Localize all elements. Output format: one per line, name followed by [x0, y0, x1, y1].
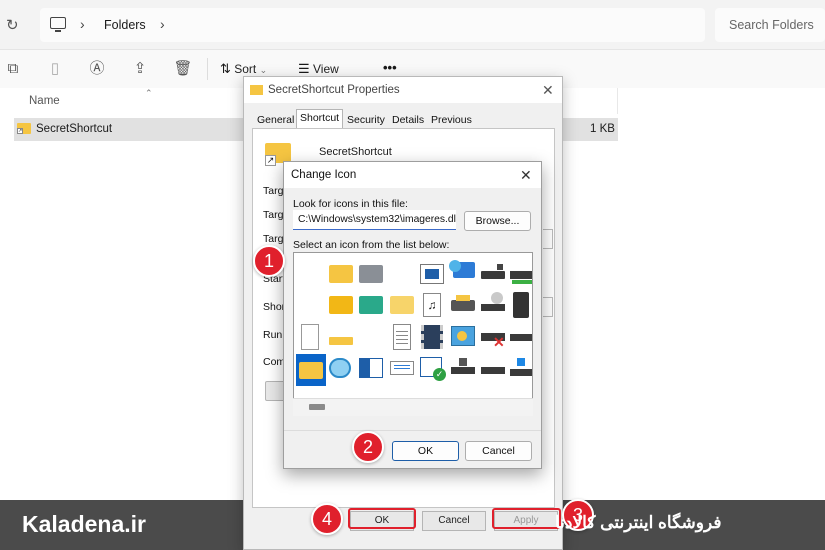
address-bar-area: ↻ › Folders › Search Folders [0, 0, 825, 50]
chevron-right-icon: › [160, 16, 165, 32]
refresh-icon[interactable]: ↻ [6, 16, 19, 34]
change-icon-title: Change Icon [291, 169, 357, 181]
icon-file-path-input[interactable] [293, 210, 456, 230]
tab-details[interactable]: Details [389, 112, 427, 129]
this-pc-icon [50, 17, 66, 29]
run-label: Run: [263, 329, 286, 341]
delete-icon[interactable]: 🗑 [170, 56, 196, 82]
step-badge-4: 4 [311, 503, 343, 535]
look-for-icons-label: Look for icons in this file: [293, 198, 408, 210]
gray-folder-icon[interactable] [357, 260, 385, 288]
file-name: SecretShortcut [36, 123, 113, 135]
search-folder-icon[interactable] [327, 354, 355, 382]
drive-icon[interactable] [507, 323, 535, 351]
footer-divider [284, 430, 541, 431]
cd-drive-icon[interactable] [479, 291, 507, 319]
green-drive-icon[interactable] [507, 260, 535, 288]
search-box[interactable]: Search Folders [715, 8, 825, 42]
windows-drive-icon[interactable] [507, 354, 535, 382]
teal-folder-icon[interactable] [357, 291, 385, 319]
flat-folder-icon[interactable] [327, 323, 355, 351]
properties-title-bar: SecretShortcut Properties ✕ [244, 77, 562, 103]
shortcut-arrow-icon: ↗ [17, 128, 23, 134]
shortcut-folder-icon [250, 85, 263, 95]
change-icon-dialog: Change Icon ✕ Look for icons in this fil… [283, 161, 542, 469]
folder-icon[interactable] [327, 291, 355, 319]
view-label: View [313, 62, 339, 76]
disconnected-drive-icon[interactable]: ✕ [479, 323, 507, 351]
sort-icon: ⇅ [220, 61, 231, 76]
view-button[interactable]: ☰ View [298, 61, 339, 77]
share-icon[interactable]: ⇪ [127, 56, 153, 82]
network-globe-icon[interactable] [449, 260, 477, 288]
video-file-icon[interactable] [418, 323, 446, 351]
paste-icon[interactable]: ▯ [42, 56, 68, 82]
icon-list-label: Select an icon from the list below: [293, 239, 450, 251]
file-size: 1 KB [590, 123, 615, 135]
column-divider[interactable] [617, 88, 618, 114]
address-bar[interactable]: › Folders › [40, 8, 705, 42]
icon-list-scrollbar[interactable] [293, 398, 533, 416]
this-pc-stand-icon [55, 30, 61, 32]
highlight-ok-properties [348, 508, 416, 529]
server-icon[interactable] [507, 291, 535, 319]
rename-icon[interactable]: Ⓐ [84, 56, 110, 82]
control-panel-icon[interactable] [449, 323, 477, 351]
drive-icon[interactable] [479, 260, 507, 288]
tab-shortcut[interactable]: Shortcut [296, 109, 344, 129]
text-file-icon[interactable] [388, 323, 416, 351]
cancel-button[interactable]: Cancel [422, 511, 486, 531]
icon-list[interactable]: ♫ ✕ ✓ [293, 252, 533, 416]
folder-icon[interactable] [327, 260, 355, 288]
toolbar-divider [207, 58, 208, 80]
tab-general[interactable]: General [254, 112, 297, 129]
sort-button[interactable]: ⇅ Sort ⌄ [220, 61, 267, 77]
chevron-down-icon: ⌄ [259, 65, 268, 75]
shortcut-key-field-edge[interactable] [543, 297, 553, 317]
ok-button[interactable]: OK [392, 441, 459, 461]
close-icon[interactable]: ✕ [520, 162, 532, 188]
envelope-icon[interactable] [388, 354, 416, 382]
chevron-right-icon: › [80, 16, 85, 32]
sort-caret-icon: ⌃ [145, 88, 153, 98]
breadcrumb-folders[interactable]: Folders [104, 18, 146, 32]
highlight-apply-properties [492, 508, 561, 529]
browse-button[interactable]: Browse... [464, 211, 531, 231]
drive-icon[interactable] [479, 354, 507, 382]
shortcut-arrow-icon: ↗ [265, 155, 276, 166]
verified-window-icon[interactable]: ✓ [418, 354, 446, 382]
blank-file-icon[interactable] [296, 323, 324, 351]
more-options-button[interactable]: ••• [383, 60, 397, 75]
column-header-name[interactable]: Name [29, 95, 60, 107]
tab-security[interactable]: Security [344, 112, 388, 129]
light-folder-icon[interactable] [388, 291, 416, 319]
music-file-icon[interactable]: ♫ [418, 291, 446, 319]
target-field-edge[interactable] [543, 229, 553, 249]
change-icon-title-bar: Change Icon ✕ [284, 162, 541, 188]
scrollbar-thumb[interactable] [309, 404, 325, 410]
close-icon[interactable]: ✕ [542, 77, 554, 103]
copy-icon[interactable]: ⧉ [0, 56, 26, 82]
shortcut-name: SecretShortcut [319, 146, 392, 158]
sort-label: Sort [234, 62, 257, 76]
view-icon: ☰ [298, 61, 310, 76]
selected-folder-icon[interactable] [296, 354, 326, 386]
store-tagline: فروشگاه اینترنتی کالادنا [555, 513, 722, 532]
tab-previous-versions[interactable]: Previous Versions [428, 112, 475, 143]
step-badge-2: 2 [352, 431, 384, 463]
cancel-button[interactable]: Cancel [465, 441, 532, 461]
site-name: Kaladena.ir [22, 511, 146, 537]
step-badge-1: 1 [253, 245, 285, 277]
window-icon[interactable] [357, 354, 385, 382]
properties-title: SecretShortcut Properties [268, 84, 400, 96]
drive-icon[interactable] [449, 354, 477, 382]
printer-icon[interactable] [449, 291, 477, 319]
picture-icon[interactable] [418, 260, 446, 288]
